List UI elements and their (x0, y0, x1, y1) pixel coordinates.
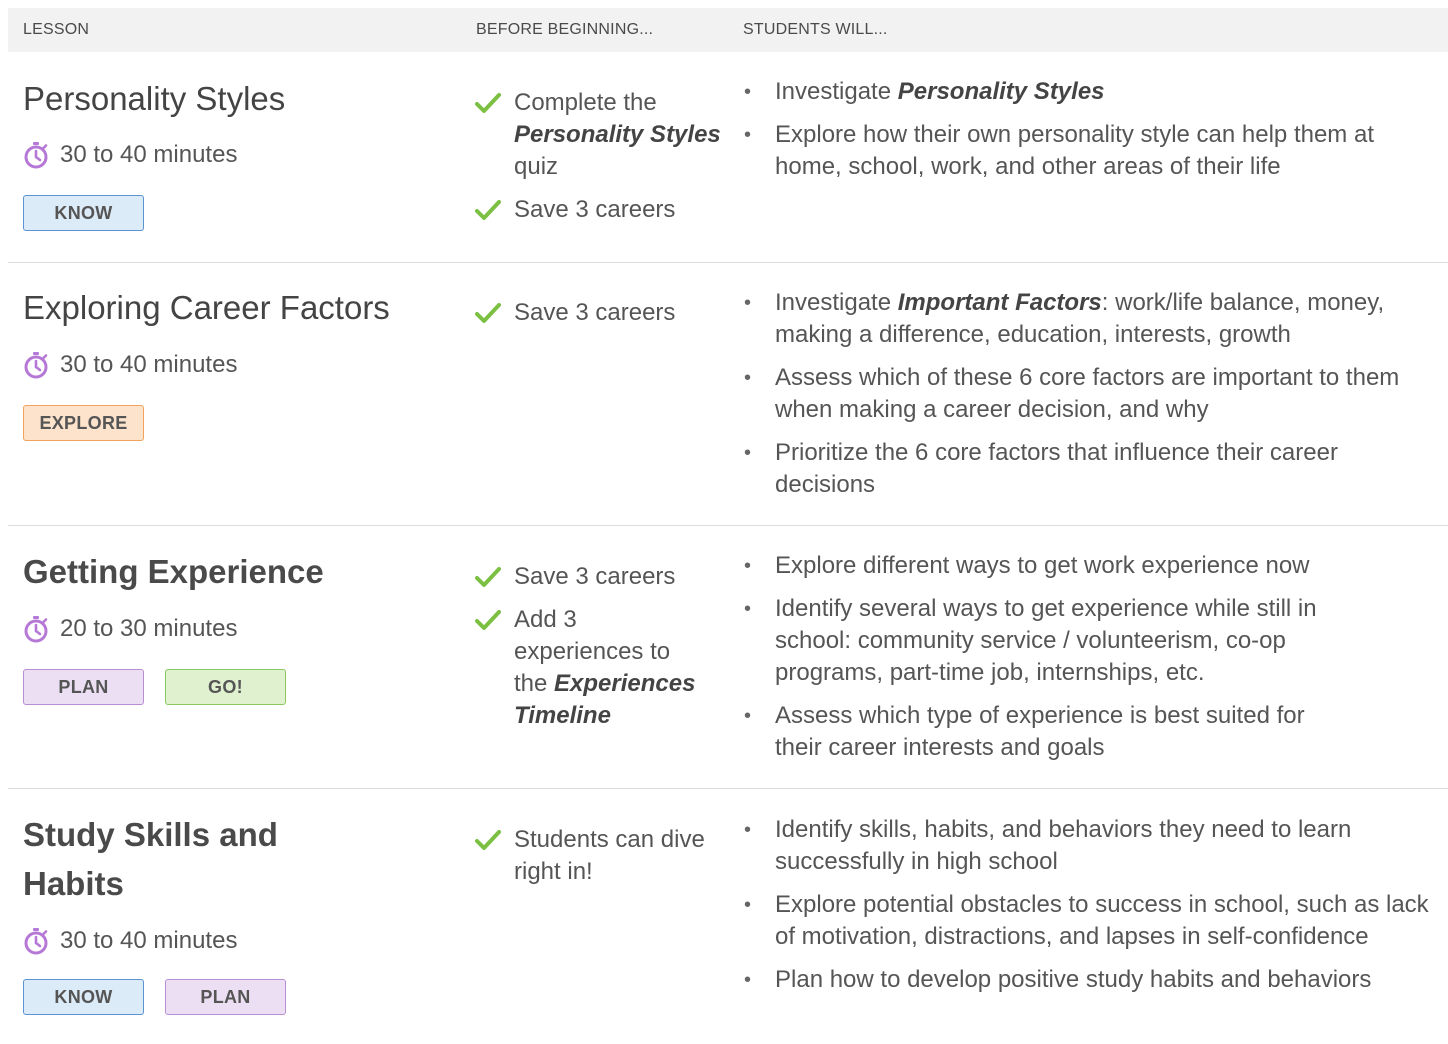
table-row: Study Skills and Habits 30 to 40 minutes… (8, 789, 1448, 1044)
check-icon (475, 610, 501, 630)
check-icon (475, 303, 501, 323)
header-lesson: LESSON (23, 21, 90, 38)
tag-plan[interactable]: PLAN (165, 979, 286, 1015)
prerequisites: Save 3 careers (475, 297, 725, 340)
learning-outcomes: Investigate Personality Styles Explore h… (742, 76, 1442, 194)
prerequisite-item: Add 3 experiences to the Experiences Tim… (475, 604, 725, 732)
prerequisites: Save 3 careers Add 3 experiences to the … (475, 561, 725, 743)
stopwatch-icon (24, 352, 48, 379)
check-icon (475, 567, 501, 587)
tag-explore[interactable]: EXPLORE (23, 405, 144, 441)
table-row: Personality Styles 30 to 40 minutes KNOW… (8, 52, 1448, 263)
check-icon (475, 830, 501, 850)
stopwatch-icon (24, 142, 48, 169)
stopwatch-icon (24, 616, 48, 643)
outcome-item: Prioritize the 6 core factors that influ… (742, 437, 1442, 501)
tag-go[interactable]: GO! (165, 669, 286, 705)
outcome-item: Investigate Personality Styles (742, 76, 1442, 108)
header-students-will: STUDENTS WILL... (743, 21, 888, 38)
lesson-table: LESSON BEFORE BEGINNING... STUDENTS WILL… (8, 8, 1448, 1044)
prerequisite-item: Save 3 careers (475, 297, 725, 329)
prerequisites: Students can dive right in! (475, 824, 705, 899)
learning-outcomes: Investigate Important Factors: work/life… (742, 287, 1442, 512)
outcome-item: Investigate Important Factors: work/life… (742, 287, 1442, 351)
outcome-item: Explore how their own personality style … (742, 119, 1442, 183)
tag-know[interactable]: KNOW (23, 195, 144, 231)
outcome-item: Assess which type of experience is best … (742, 700, 1442, 764)
prerequisite-item: Save 3 careers (475, 561, 725, 593)
table-header: LESSON BEFORE BEGINNING... STUDENTS WILL… (8, 8, 1448, 52)
lesson-title: Getting Experience (23, 553, 324, 590)
check-icon (475, 200, 501, 220)
header-before-beginning: BEFORE BEGINNING... (476, 21, 654, 38)
outcome-item: Identify several ways to get experience … (742, 593, 1442, 689)
prerequisite-item: Students can dive right in! (475, 824, 705, 888)
lesson-title: Study Skills and Habits (23, 816, 278, 902)
outcome-item: Explore potential obstacles to success i… (742, 889, 1442, 953)
learning-outcomes: Explore different ways to get work exper… (742, 550, 1442, 775)
lesson-duration: 20 to 30 minutes (23, 615, 237, 643)
table-row: Exploring Career Factors 30 to 40 minute… (8, 263, 1448, 526)
tag-know[interactable]: KNOW (23, 979, 144, 1015)
outcome-item: Plan how to develop positive study habit… (742, 964, 1442, 996)
outcome-item: Assess which of these 6 core factors are… (742, 362, 1442, 426)
outcome-item: Explore different ways to get work exper… (742, 550, 1442, 582)
stopwatch-icon (24, 928, 48, 955)
learning-outcomes: Identify skills, habits, and behaviors t… (742, 814, 1442, 1007)
tag-plan[interactable]: PLAN (23, 669, 144, 705)
lesson-title: Personality Styles (23, 80, 286, 117)
outcome-item: Identify skills, habits, and behaviors t… (742, 814, 1442, 878)
prerequisites: Complete the Personality Styles quiz Sav… (475, 87, 725, 237)
lesson-duration: 30 to 40 minutes (23, 927, 237, 955)
check-icon (475, 93, 501, 113)
table-row: Getting Experience 20 to 30 minutes PLAN… (8, 526, 1448, 789)
lesson-duration: 30 to 40 minutes (23, 351, 237, 379)
lesson-title: Exploring Career Factors (23, 289, 390, 326)
prerequisite-item: Save 3 careers (475, 194, 725, 226)
prerequisite-item: Complete the Personality Styles quiz (475, 87, 725, 183)
lesson-duration: 30 to 40 minutes (23, 141, 237, 169)
